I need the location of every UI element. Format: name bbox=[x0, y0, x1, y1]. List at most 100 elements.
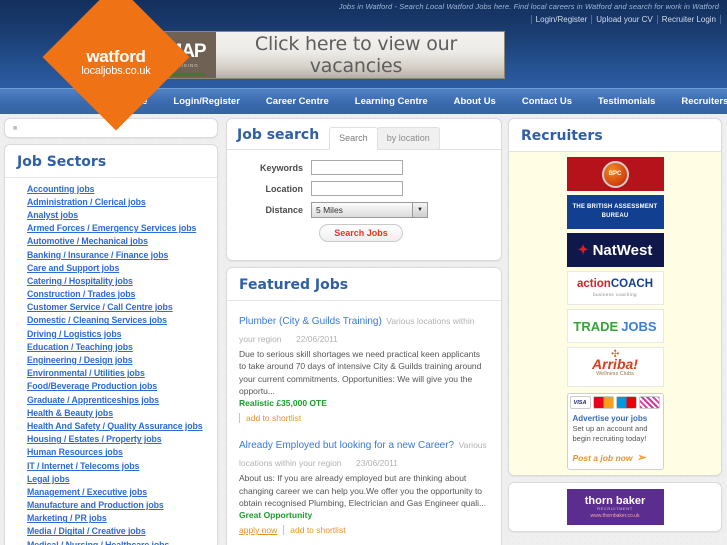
sector-link[interactable]: Analyst jobs bbox=[5, 208, 217, 221]
distance-label: Distance bbox=[265, 205, 303, 215]
recruiter-logo-actioncoach[interactable]: actionCOACH business coaching bbox=[566, 271, 664, 305]
login-register-link[interactable]: Login/Register bbox=[530, 15, 593, 24]
job-date: 22/06/2011 bbox=[295, 334, 338, 344]
nav-item-about-us[interactable]: About Us bbox=[441, 96, 509, 107]
submit-row: Search Jobs bbox=[237, 224, 491, 242]
sector-link[interactable]: Management / Executive jobs bbox=[5, 485, 217, 498]
sector-link[interactable]: Education / Teaching jobs bbox=[5, 340, 217, 353]
job-search-header: Job search Search by location bbox=[227, 119, 501, 150]
nav-item-login-register[interactable]: Login/Register bbox=[160, 96, 253, 107]
job-description: About us: If you are already employed bu… bbox=[239, 473, 487, 508]
sector-link[interactable]: Accounting jobs bbox=[5, 182, 217, 195]
featured-job-item: Plumber (City & Guilds Training) Various… bbox=[239, 311, 489, 424]
recruiters-panel: Recruiters BPC THE BRITISH ASSESSMENT BU… bbox=[508, 118, 722, 477]
distance-row: Distance 5 Miles ▼ bbox=[237, 202, 491, 218]
featured-job-item: Already Employed but looking for a new C… bbox=[239, 435, 489, 536]
chevron-down-icon: ▼ bbox=[412, 203, 427, 217]
featured-jobs-panel: Featured Jobs Plumber (City & Guilds Tra… bbox=[226, 267, 502, 545]
maestro-icon bbox=[615, 396, 637, 409]
qr-code-icon bbox=[638, 396, 660, 409]
featured-jobs-list: Plumber (City & Guilds Training) Various… bbox=[227, 301, 501, 545]
thornbaker-sub: RECRUITMENT bbox=[597, 505, 633, 511]
sector-link[interactable]: Customer Service / Call Centre jobs bbox=[5, 301, 217, 314]
arrow-right-icon: ➢ bbox=[636, 452, 646, 465]
sector-link[interactable]: Marketing / PR jobs bbox=[5, 512, 217, 525]
sector-link[interactable]: Graduate / Apprenticeships jobs bbox=[5, 393, 217, 406]
sector-link[interactable]: Medical / Nursing / Healthcare jobs bbox=[5, 538, 217, 545]
recruiter-logo-natwest[interactable]: ✦ NatWest bbox=[566, 233, 664, 267]
search-jobs-button[interactable]: Search Jobs bbox=[319, 224, 403, 242]
job-title-link[interactable]: Plumber (City & Guilds Training) bbox=[239, 316, 382, 327]
sector-link[interactable]: Care and Support jobs bbox=[5, 261, 217, 274]
location-label: Location bbox=[265, 183, 304, 194]
job-salary-tag: Realistic £35,000 OTE bbox=[239, 398, 327, 409]
nav-item-recruiters-az[interactable]: Recruiters A-Z bbox=[668, 96, 727, 107]
sector-link[interactable]: Engineering / Design jobs bbox=[5, 353, 217, 366]
advertise-title: Advertise your jobs bbox=[572, 414, 648, 423]
sector-link[interactable]: Catering / Hospitality jobs bbox=[5, 274, 217, 287]
add-to-shortlist-link[interactable]: add to shortlist bbox=[239, 413, 307, 424]
recruiter-login-link[interactable]: Recruiter Login bbox=[657, 15, 721, 24]
post-a-job-now-link[interactable]: Post a job now ➢ bbox=[568, 448, 663, 469]
arriba-figure-icon: ✣ bbox=[611, 349, 620, 360]
sector-link[interactable]: Health And Safety / Quality Assurance jo… bbox=[5, 419, 217, 432]
keywords-label: Keywords bbox=[259, 162, 303, 173]
natwest-mark-icon: ✦ bbox=[577, 242, 589, 257]
sector-link[interactable]: Banking / Insurance / Finance jobs bbox=[5, 248, 217, 261]
sector-link[interactable]: Manufacture and Production jobs bbox=[5, 499, 217, 512]
sector-link[interactable]: Domestic / Cleaning Services jobs bbox=[5, 314, 217, 327]
job-search-panel: Job search Search by location Keywords L… bbox=[226, 118, 502, 261]
job-search-title: Job search bbox=[237, 127, 320, 143]
job-actions: apply now add to shortlist bbox=[239, 525, 489, 536]
featured-jobs-title: Featured Jobs bbox=[227, 268, 501, 301]
actioncoach-wordmark: actionCOACH bbox=[576, 278, 654, 290]
left-sidebar: ■ Job Sectors Accounting jobs Administra… bbox=[0, 114, 222, 545]
page-content: ■ Job Sectors Accounting jobs Administra… bbox=[0, 114, 727, 545]
nav-item-contact-us[interactable]: Contact Us bbox=[509, 96, 585, 107]
sector-link[interactable]: Administration / Clerical jobs bbox=[5, 195, 217, 208]
recruiter-logo-british-assessment-bureau[interactable]: THE BRITISH ASSESSMENT BUREAU bbox=[566, 195, 664, 229]
sector-link[interactable]: Food/Beverage Production jobs bbox=[5, 380, 217, 393]
nav-item-testimonials[interactable]: Testimonials bbox=[585, 96, 668, 107]
location-input[interactable] bbox=[311, 181, 403, 196]
sector-link[interactable]: Environmental / Utilities jobs bbox=[5, 367, 217, 380]
sector-link[interactable]: Legal jobs bbox=[5, 472, 217, 485]
job-title-link[interactable]: Already Employed but looking for a new C… bbox=[239, 440, 454, 451]
job-description: Due to serious skill shortages we need p… bbox=[239, 349, 482, 396]
recruiter-logo-tradejobs[interactable]: TRADE JOBS bbox=[566, 309, 664, 343]
sector-link[interactable]: Human Resources jobs bbox=[5, 446, 217, 459]
recruiters-title: Recruiters bbox=[509, 119, 721, 152]
main-column: Job search Search by location Keywords L… bbox=[222, 114, 502, 545]
nav-item-learning-centre[interactable]: Learning Centre bbox=[342, 96, 441, 107]
keywords-row: Keywords bbox=[237, 160, 491, 175]
bpc-seal-icon: BPC bbox=[601, 160, 629, 188]
upload-cv-link[interactable]: Upload your CV bbox=[592, 15, 658, 24]
sector-link[interactable]: Housing / Estates / Property jobs bbox=[5, 433, 217, 446]
recruiter-logo-bpc[interactable]: BPC bbox=[566, 157, 664, 191]
visa-icon: VISA bbox=[569, 396, 591, 409]
add-to-shortlist-link[interactable]: add to shortlist bbox=[290, 525, 351, 535]
nav-item-career-centre[interactable]: Career Centre bbox=[253, 96, 342, 107]
sector-link[interactable]: Armed Forces / Emergency Services jobs bbox=[5, 222, 217, 235]
location-row: Location bbox=[237, 181, 491, 196]
sector-link[interactable]: IT / Internet / Telecoms jobs bbox=[5, 459, 217, 472]
sector-link[interactable]: Media / Digital / Creative jobs bbox=[5, 525, 217, 538]
tradejobs-word-jobs: JOBS bbox=[621, 318, 657, 334]
keywords-input[interactable] bbox=[311, 160, 403, 175]
sector-link[interactable]: Health & Beauty jobs bbox=[5, 406, 217, 419]
sector-link[interactable]: Driving / Logistics jobs bbox=[5, 327, 217, 340]
apply-now-link[interactable]: apply now bbox=[239, 525, 285, 536]
advertise-your-jobs-box[interactable]: VISA Advertise your jobs Set up an accou… bbox=[566, 393, 664, 471]
recruiter-logo-arriba[interactable]: ✣ Arriba! Wellness Clubs bbox=[566, 347, 664, 387]
distance-select[interactable]: 5 Miles ▼ bbox=[311, 202, 428, 218]
tab-search[interactable]: Search bbox=[329, 127, 378, 150]
vacancies-banner[interactable]: MAP RAISING Click here to view our vacan… bbox=[155, 31, 505, 79]
job-search-form: Keywords Location Distance 5 Miles ▼ Sea… bbox=[227, 150, 501, 260]
tab-by-location[interactable]: by location bbox=[376, 127, 440, 149]
sector-link[interactable]: Automotive / Mechanical jobs bbox=[5, 235, 217, 248]
sector-link[interactable]: Construction / Trades jobs bbox=[5, 288, 217, 301]
recruiters-logo-list: BPC THE BRITISH ASSESSMENT BUREAU ✦ NatW… bbox=[509, 152, 721, 476]
recruiter-logo-thorn-baker[interactable]: thorn baker RECRUITMENT www.thornbaker.c… bbox=[566, 489, 664, 526]
job-sectors-list: Accounting jobs Administration / Clerica… bbox=[5, 178, 217, 545]
payment-card-icons: VISA bbox=[567, 394, 663, 411]
